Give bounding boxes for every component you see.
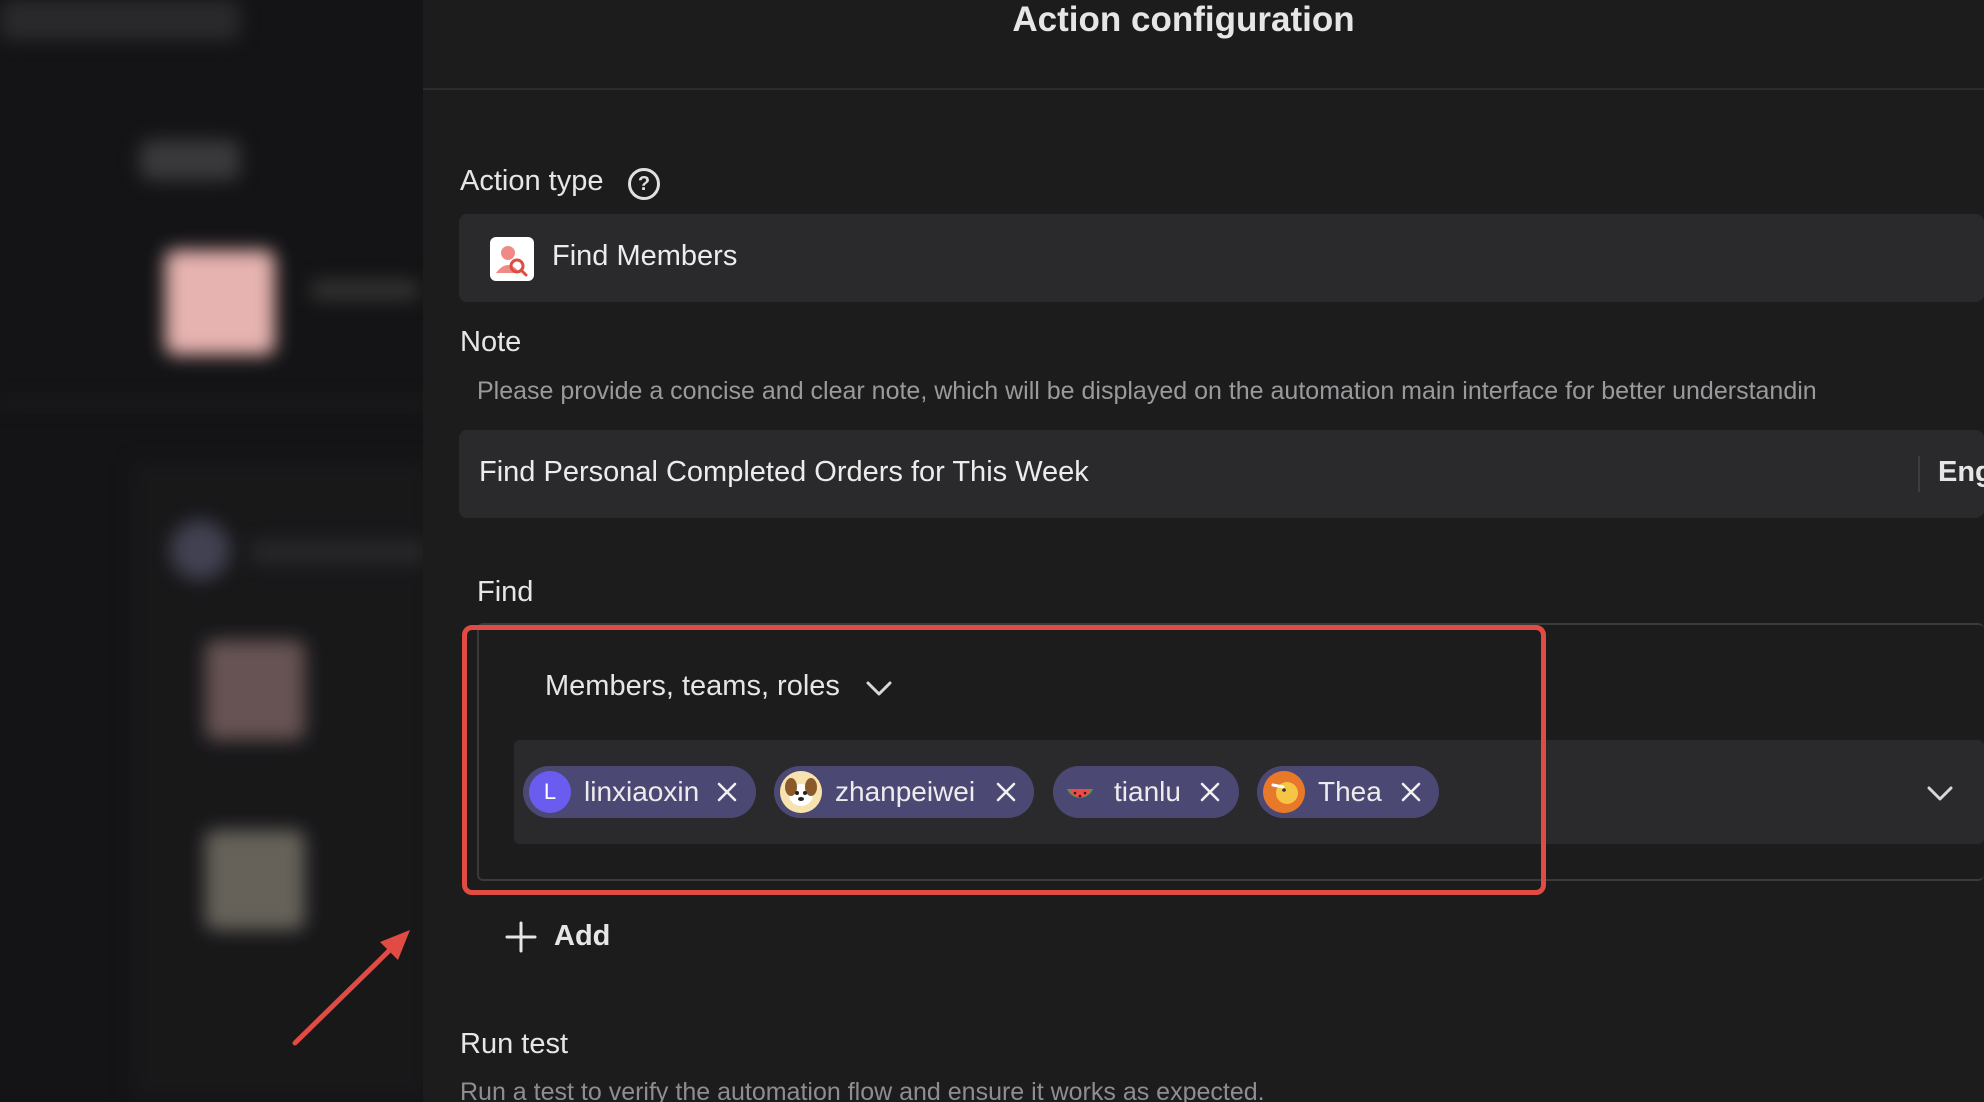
panel-title: Action configuration: [1012, 0, 1355, 39]
add-button[interactable]: Add: [505, 917, 635, 957]
action-type-value: Find Members: [552, 240, 738, 272]
add-label: Add: [554, 920, 611, 952]
action-type-select[interactable]: Find Members: [459, 214, 1984, 302]
panel-header: Action configuration: [423, 0, 1984, 90]
note-label: Note: [460, 326, 522, 358]
highlight-annotation: [462, 625, 1546, 895]
find-label: Find: [477, 576, 534, 608]
language-selector[interactable]: Eng: [1938, 456, 1984, 489]
chevron-down-icon[interactable]: [1925, 783, 1955, 803]
find-members-icon: [490, 237, 534, 281]
note-input[interactable]: Find Personal Completed Orders for This …: [459, 430, 1984, 518]
arrow-annotation-icon: [292, 930, 410, 1046]
help-icon[interactable]: ?: [628, 168, 660, 200]
note-value: Find Personal Completed Orders for This …: [479, 456, 1089, 488]
language-divider: [1918, 456, 1920, 492]
screenshot-root: Action configuration Action type ? Find …: [0, 0, 1984, 1102]
run-test-helper-text: Run a test to verify the automation flow…: [460, 1078, 1265, 1102]
action-type-label: Action type: [460, 165, 604, 197]
run-test-label: Run test: [460, 1028, 568, 1060]
plus-icon: [505, 921, 537, 953]
action-configuration-panel: Action configuration: [423, 0, 1984, 1102]
note-helper-text: Please provide a concise and clear note,…: [477, 377, 1817, 405]
